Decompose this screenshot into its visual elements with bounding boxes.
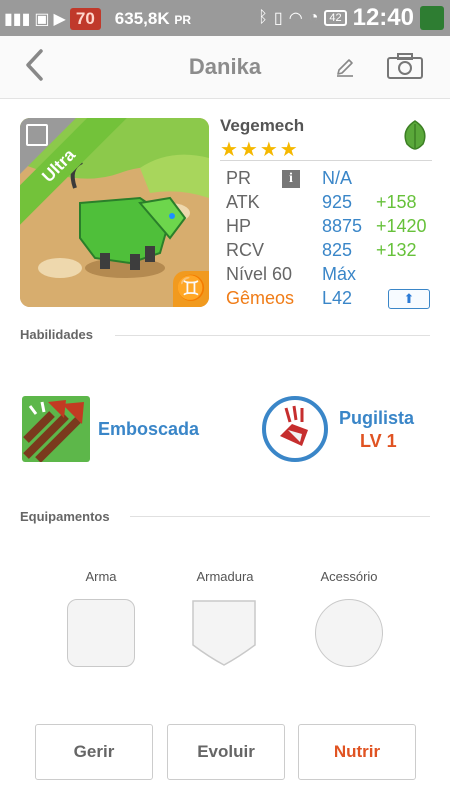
camera-icon [387,53,423,79]
net-speed: 635,8K PR [114,9,192,28]
monster-name: Vegemech [220,116,305,135]
stat-row-pr: PR i N/A [226,168,436,192]
accessory-label: Acessório [320,569,378,584]
ability-name[interactable]: Pugilista [339,408,414,429]
equipment-divider [130,516,430,517]
app-status-icon [420,6,444,30]
rcv-label: RCV [226,240,265,260]
status-left: ▮▮▮ ▣ ▶ 70 635,8K PR [4,6,191,32]
level-value: Máx [322,264,357,284]
level-label: Nível 60 [226,264,293,284]
upgrade-sign-button[interactable]: ⬆ [388,289,430,309]
image-icon: ▣ [34,11,50,28]
rcv-value: 825 [322,240,353,260]
page-title: Danika [188,54,262,79]
stat-row-rcv: RCV 825 +132 [226,240,436,264]
pr-value: N/A [322,168,353,188]
stat-row-level: Nível 60 Máx [226,264,436,288]
gemini-sign-icon: ♊ [173,271,209,307]
ambush-skill-icon [22,396,90,463]
youtube-icon: ▶ [53,11,66,28]
manage-button[interactable]: Gerir [35,724,153,780]
headset-icon: ◠ [288,10,303,27]
shield-icon [192,600,256,666]
hp-label: HP [226,216,252,236]
stats-table: PR i N/A ATK 925 +158 HP 8875 +1420 RCV … [226,168,436,312]
vibrate-icon: ▯ [273,10,283,27]
stat-row-sign: Gêmeos L42 ⬆ [226,288,436,312]
camera-button[interactable] [386,52,424,85]
hp-value: 8875 [322,216,363,236]
ability-icon-button[interactable] [262,396,328,462]
atk-value: 925 [322,192,353,212]
status-right: ᛒ ▯ ◠ ◔ 42 12:40 [258,4,444,32]
battery-indicator: 42 [324,10,347,26]
weapon-slot[interactable] [67,599,135,667]
armor-label: Armadura [196,569,254,584]
abilities-heading: Habilidades [20,327,93,342]
app-header: Danika [0,36,450,99]
ability-level: LV 1 [360,431,397,451]
stat-row-atk: ATK 925 +158 [226,192,436,216]
monster-portrait[interactable]: Ultra ♊ [20,118,209,307]
edit-button[interactable] [334,56,356,83]
atk-bonus: +158 [376,192,417,212]
hp-bonus: +1420 [376,216,427,236]
abilities-divider [115,335,430,336]
skill-name[interactable]: Emboscada [98,419,199,440]
armor-slot[interactable] [191,599,257,666]
weapon-label: Arma [85,569,117,584]
pr-label: PR [226,168,252,188]
atk-label: ATK [226,192,260,212]
bluetooth-icon: ᛒ [258,9,268,26]
info-icon[interactable]: i [282,170,300,188]
equipment-heading: Equipamentos [20,509,110,524]
signal-icon: ▮▮▮ [4,11,31,28]
sign-level: L42 [322,288,353,308]
pencil-icon [337,59,353,77]
clock: 12:40 [352,4,414,31]
star-rating: ★★★★ [220,139,300,161]
name-divider [220,160,432,161]
evolve-button[interactable]: Evoluir [167,724,285,780]
arrow-up-icon: ⬆ [403,291,415,306]
status-bar: ▮▮▮ ▣ ▶ 70 635,8K PR ᛒ ▯ ◠ ◔ 42 12:40 [0,0,450,36]
rcv-bonus: +132 [376,240,417,260]
boxer-ability-icon [262,396,328,462]
calendar-icon [26,124,48,146]
leaf-icon [398,118,432,157]
sign-label: Gêmeos [226,288,295,308]
wifi-icon: ◔ [308,9,319,26]
feed-button[interactable]: Nutrir [298,724,416,780]
stat-row-hp: HP 8875 +1420 [226,216,436,240]
accessory-slot[interactable] [315,599,383,667]
notification-badge: 70 [69,8,101,30]
skill-icon-button[interactable] [22,396,90,463]
